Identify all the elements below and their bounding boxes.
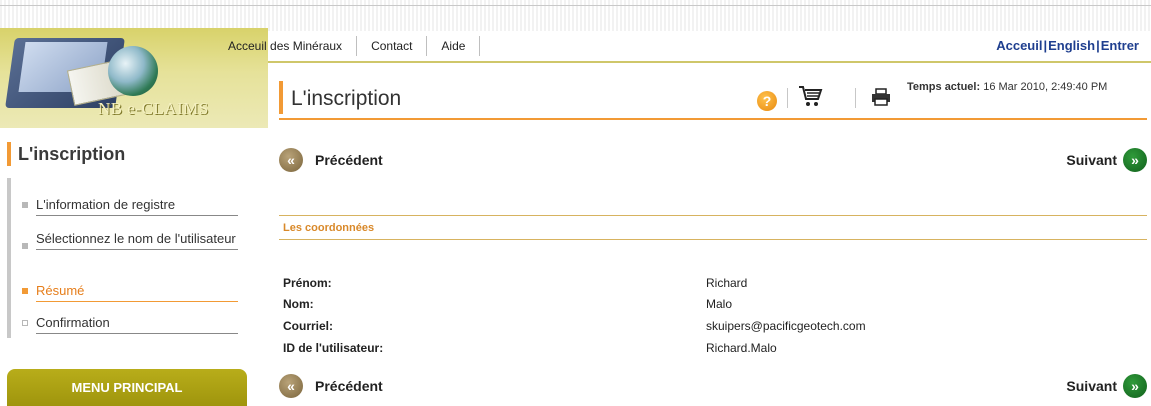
- next-label: Suivant: [1066, 152, 1117, 168]
- sidebar-item-confirmation[interactable]: Confirmation: [20, 315, 238, 334]
- previous-button[interactable]: « Précédent: [279, 148, 383, 172]
- link-acceuil[interactable]: Acceuil: [996, 38, 1042, 53]
- help-icon[interactable]: ?: [757, 91, 777, 111]
- field-value-prenom: Richard: [706, 276, 748, 290]
- sidebar-item-label: Résumé: [36, 283, 238, 302]
- current-time-value: 16 Mar 2010, 2:49:40 PM: [983, 81, 1108, 93]
- current-time: Temps actuel: 16 Mar 2010, 2:49:40 PM: [907, 81, 1107, 93]
- pager-bottom: « Précédent Suivant »: [279, 374, 1147, 400]
- field-value-nom: Malo: [706, 297, 733, 311]
- pager-top: « Précédent Suivant »: [279, 148, 1147, 174]
- sidebar-title: L'inscription: [18, 144, 126, 164]
- previous-label: Précédent: [315, 152, 383, 168]
- sidebar-rule: [7, 178, 11, 338]
- sidebar-item-information-registre[interactable]: L'information de registre: [20, 197, 238, 216]
- field-label-prenom: Prénom:: [283, 276, 332, 290]
- chevrons-right-icon: »: [1123, 148, 1147, 172]
- next-button[interactable]: Suivant »: [1066, 148, 1147, 172]
- field-value-courriel: skuipers@pacificgeotech.com: [706, 319, 866, 333]
- square-bullet-icon: [22, 243, 28, 249]
- top-nav: Acceuil des Minéraux Contact Aide: [220, 31, 481, 61]
- nav-underline: [268, 61, 1151, 63]
- field-label-nom: Nom:: [283, 297, 314, 311]
- menu-principal-button[interactable]: MENU PRINCIPAL: [7, 369, 247, 406]
- chevrons-right-icon: »: [1123, 374, 1147, 398]
- link-entrer[interactable]: Entrer: [1101, 38, 1139, 53]
- chevrons-left-icon: «: [279, 148, 303, 172]
- sidebar-title-accent: [7, 142, 11, 166]
- nav-aide[interactable]: Aide: [427, 36, 481, 56]
- toolbar-divider: [787, 88, 788, 108]
- next-button[interactable]: Suivant »: [1066, 374, 1147, 398]
- sidebar-item-resume[interactable]: Résumé: [20, 283, 238, 302]
- previous-button[interactable]: « Précédent: [279, 374, 383, 398]
- cart-icon[interactable]: [797, 84, 823, 108]
- logo-brand-text: NB e-CLAIMS: [98, 99, 209, 118]
- section-heading: Les coordonnées: [283, 222, 375, 234]
- hollow-square-bullet-icon: [22, 320, 28, 326]
- sidebar-item-label: L'information de registre: [36, 197, 238, 216]
- link-english[interactable]: English: [1048, 38, 1095, 53]
- field-value-id-utilisateur: Richard.Malo: [706, 341, 777, 355]
- nav-accueil-mineraux[interactable]: Acceuil des Minéraux: [220, 36, 358, 56]
- field-label-id-utilisateur: ID de l'utilisateur:: [283, 341, 384, 355]
- field-label-courriel: Courriel:: [283, 319, 334, 333]
- toolbar-divider: [855, 88, 856, 108]
- sidebar-item-selection-utilisateur[interactable]: Sélectionnez le nom de l'utilisateur: [20, 231, 238, 250]
- globe-image: [108, 46, 158, 96]
- title-accent-bar: [279, 81, 283, 114]
- previous-label: Précédent: [315, 378, 383, 394]
- sidebar-item-label: Confirmation: [36, 315, 238, 334]
- coordonnees-section: Les coordonnées: [279, 215, 1147, 240]
- square-bullet-icon: [22, 288, 28, 294]
- print-icon[interactable]: [871, 88, 891, 106]
- top-stripe: [0, 0, 1151, 31]
- current-time-label: Temps actuel:: [907, 81, 981, 93]
- page-title: L'inscription: [291, 87, 402, 110]
- chevrons-left-icon: «: [279, 374, 303, 398]
- square-bullet-icon: [22, 202, 28, 208]
- sidebar-item-label: Sélectionnez le nom de l'utilisateur: [36, 231, 238, 250]
- nav-contact[interactable]: Contact: [357, 36, 428, 56]
- next-label: Suivant: [1066, 378, 1117, 394]
- top-right-links: Acceuil | English | Entrer: [996, 33, 1139, 57]
- page-header: L'inscription ? Temps actuel: 16 Mar 201…: [279, 78, 1147, 120]
